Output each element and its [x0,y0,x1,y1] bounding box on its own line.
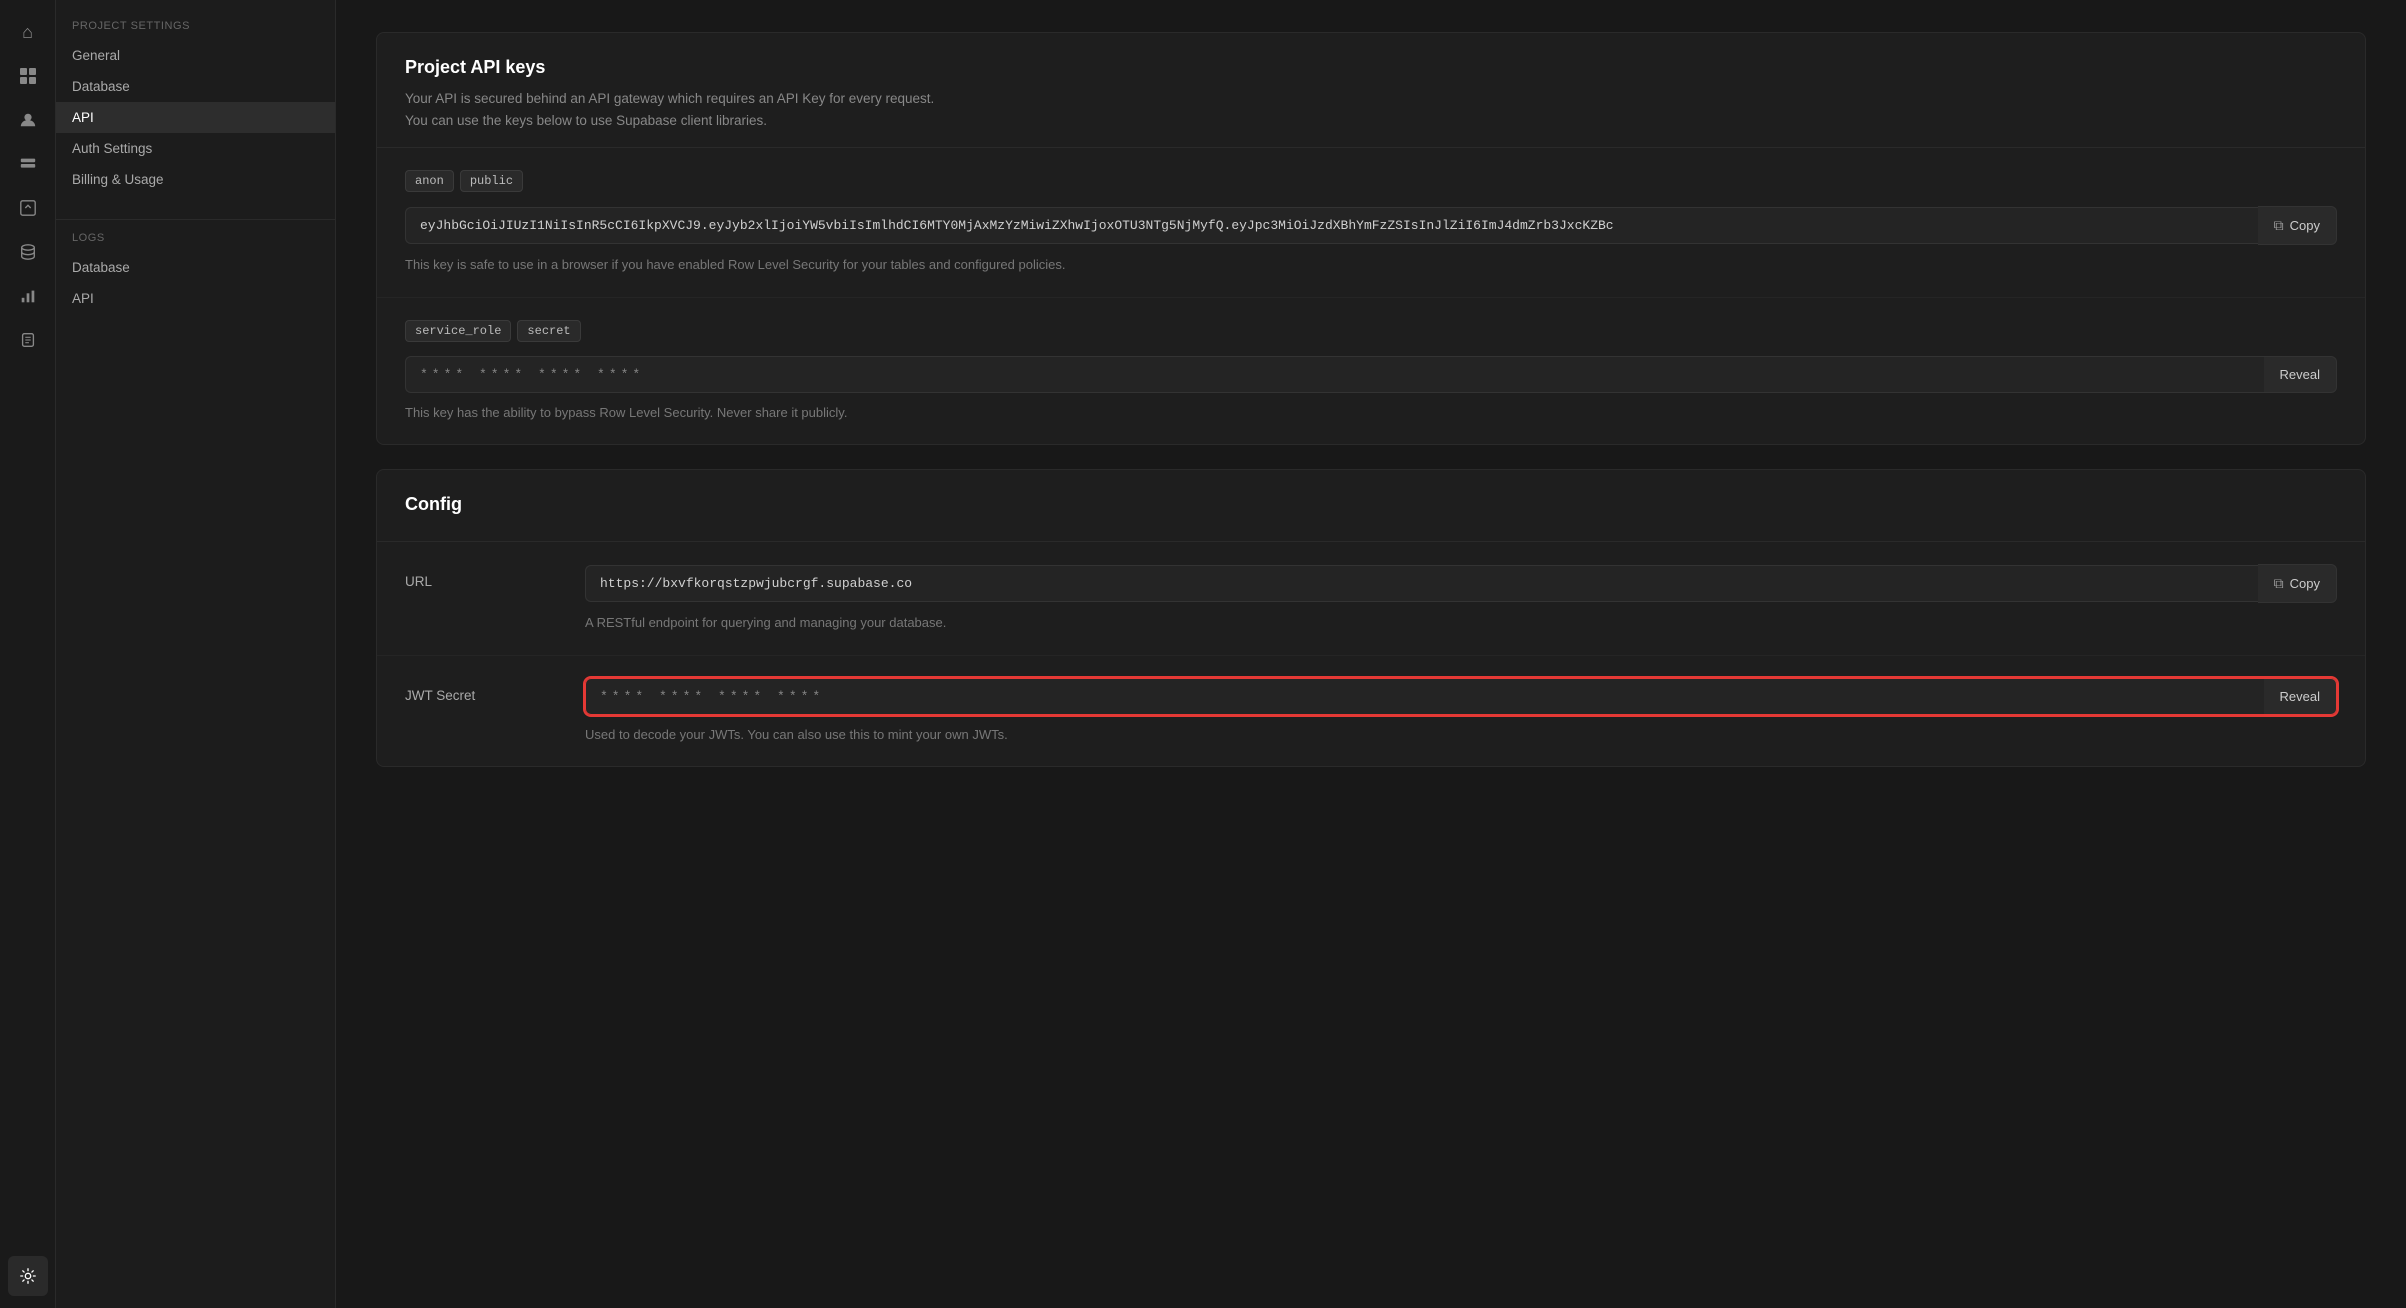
jwt-reveal-button[interactable]: Reveal [2264,678,2337,715]
url-input-row: https://bxvfkorqstzpwjubcrgf.supabase.co… [585,564,2337,603]
nav-item-general[interactable]: General [56,40,335,71]
jwt-input-row: **** **** **** **** Reveal [585,678,2337,715]
anon-key-hint: This key is safe to use in a browser if … [405,255,2337,275]
service-role-reveal-label: Reveal [2280,367,2320,382]
nav-item-database[interactable]: Database [56,71,335,102]
project-settings-section: Project settings General Database API Au… [56,20,335,195]
service-role-tag: service_role [405,320,511,342]
anon-key-copy-label: Copy [2290,218,2320,233]
jwt-hint: Used to decode your JWTs. You can also u… [585,725,2337,745]
service-role-key-row: service_role secret **** **** **** **** … [377,298,2365,445]
api-keys-desc: Your API is secured behind an API gatewa… [405,88,2337,131]
users-icon[interactable] [8,100,48,140]
url-value-col: https://bxvfkorqstzpwjubcrgf.supabase.co… [585,564,2337,633]
api-keys-body: anon public eyJhbGciOiJIUzI1NiIsInR5cCI6… [377,148,2365,444]
icon-sidebar: ⌂ [0,0,56,1308]
service-role-tags: service_role secret [405,320,2337,342]
nav-item-logs-database[interactable]: Database [56,252,335,283]
service-role-input-row: **** **** **** **** Reveal [405,356,2337,393]
database-icon[interactable] [8,232,48,272]
logs-icon[interactable] [8,320,48,360]
anon-key-tags: anon public [405,170,2337,192]
nav-item-billing[interactable]: Billing & Usage [56,164,335,195]
anon-tag: anon [405,170,454,192]
logs-section: Logs Database API [56,232,335,314]
config-title: Config [405,494,2337,515]
nav-item-logs-api[interactable]: API [56,283,335,314]
storage-icon[interactable] [8,144,48,184]
config-header: Config [377,470,2365,542]
jwt-value-col: **** **** **** **** Reveal Used to decod… [585,678,2337,745]
url-config-row: URL https://bxvfkorqstzpwjubcrgf.supabas… [377,542,2365,656]
api-keys-desc-line2: You can use the keys below to use Supaba… [405,113,767,128]
anon-key-row: anon public eyJhbGciOiJIUzI1NiIsInR5cCI6… [377,148,2365,298]
project-settings-label: Project settings [56,20,335,40]
copy-icon: ⧉ [2274,217,2284,234]
jwt-label: JWT Secret [405,678,545,703]
service-role-key-value: **** **** **** **** [405,356,2264,393]
url-copy-label: Copy [2290,576,2320,591]
nav-item-auth-settings[interactable]: Auth Settings [56,133,335,164]
url-copy-button[interactable]: ⧉ Copy [2258,564,2337,603]
api-keys-title: Project API keys [405,57,2337,78]
service-role-key-hint: This key has the ability to bypass Row L… [405,403,2337,423]
logs-label: Logs [56,232,335,252]
api-keys-header: Project API keys Your API is secured beh… [377,33,2365,148]
config-card: Config URL https://bxvfkorqstzpwjubcrgf.… [376,469,2366,767]
nav-item-api[interactable]: API [56,102,335,133]
url-value: https://bxvfkorqstzpwjubcrgf.supabase.co [585,565,2258,602]
public-tag: public [460,170,523,192]
jwt-reveal-label: Reveal [2280,689,2320,704]
url-label: URL [405,564,545,589]
service-role-reveal-button[interactable]: Reveal [2264,356,2337,393]
reports-icon[interactable] [8,276,48,316]
anon-key-input-row: eyJhbGciOiJIUzI1NiIsInR5cCI6IkpXVCJ9.eyJ… [405,206,2337,245]
functions-icon[interactable] [8,188,48,228]
api-keys-desc-line1: Your API is secured behind an API gatewa… [405,91,934,106]
nav-sidebar: Project settings General Database API Au… [56,0,336,1308]
jwt-config-row: JWT Secret **** **** **** **** Reveal Us… [377,656,2365,767]
config-body: URL https://bxvfkorqstzpwjubcrgf.supabas… [377,542,2365,766]
jwt-masked-value: **** **** **** **** [585,678,2264,715]
main-content: Project API keys Your API is secured beh… [336,0,2406,1308]
settings-icon[interactable] [8,1256,48,1296]
secret-tag: secret [517,320,580,342]
anon-key-value: eyJhbGciOiJIUzI1NiIsInR5cCI6IkpXVCJ9.eyJ… [405,207,2258,244]
home-icon[interactable]: ⌂ [8,12,48,52]
url-hint: A RESTful endpoint for querying and mana… [585,613,2337,633]
url-copy-icon: ⧉ [2274,575,2284,592]
anon-key-copy-button[interactable]: ⧉ Copy [2258,206,2337,245]
api-keys-card: Project API keys Your API is secured beh… [376,32,2366,445]
nav-divider [56,219,335,220]
table-icon[interactable] [8,56,48,96]
